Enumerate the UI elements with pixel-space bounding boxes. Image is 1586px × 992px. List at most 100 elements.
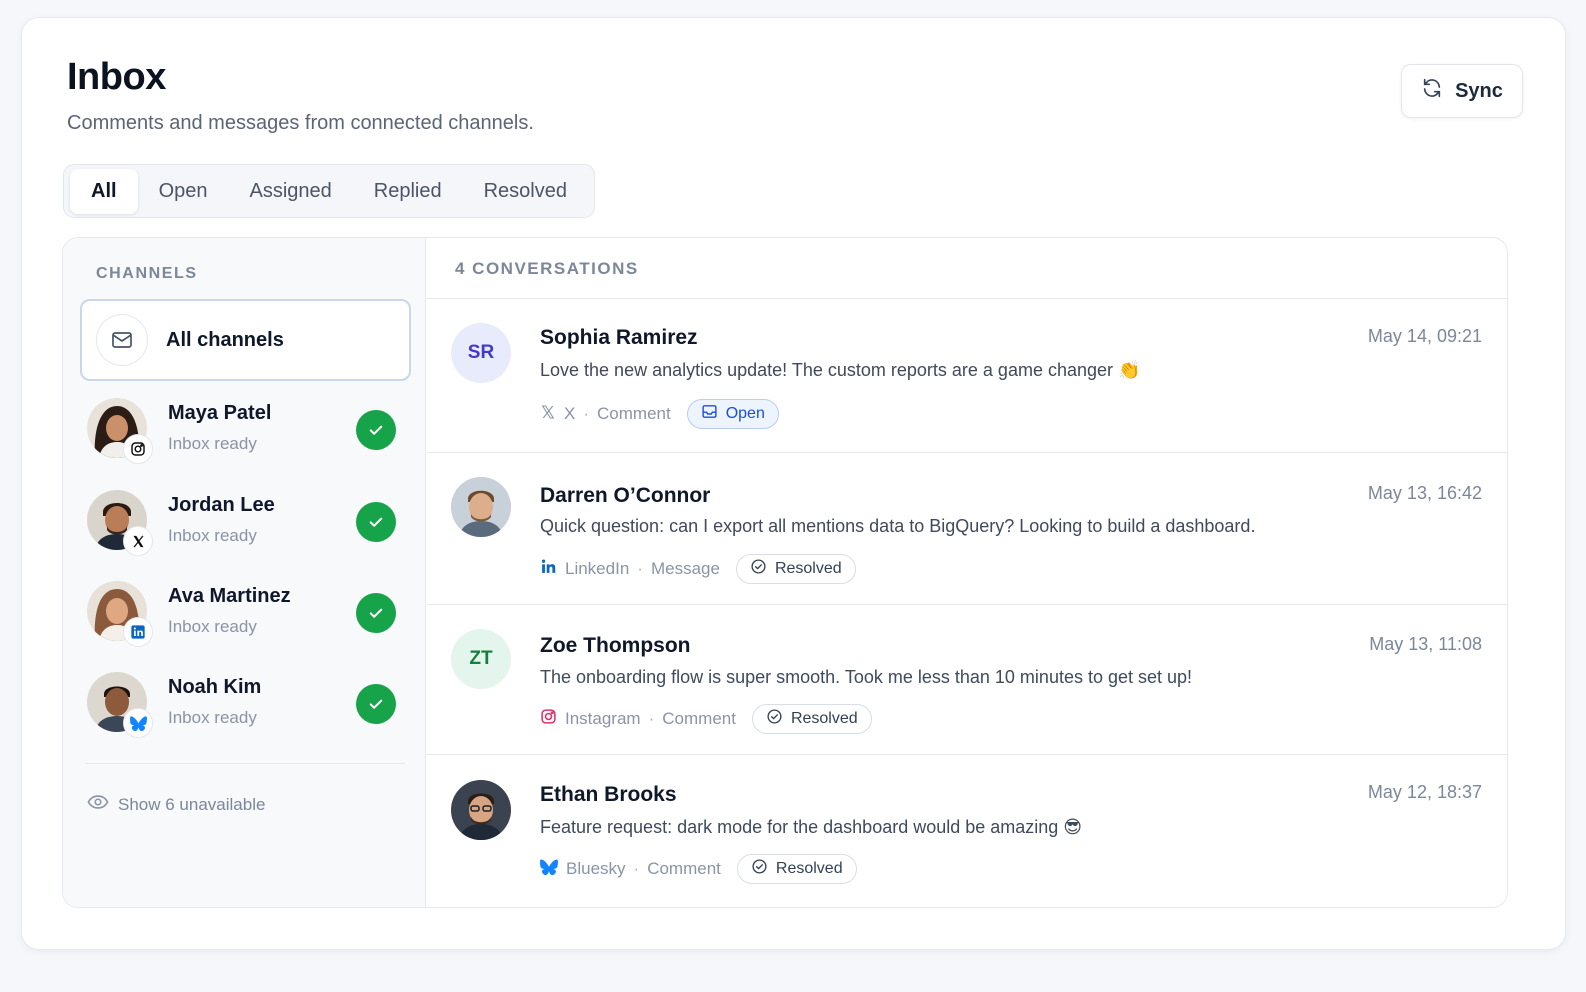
divider — [85, 763, 405, 764]
status-badge[interactable]: Resolved — [735, 554, 856, 584]
eye-icon — [87, 794, 109, 815]
status-label: Resolved — [790, 710, 858, 727]
avatar — [87, 581, 153, 647]
check-icon — [356, 410, 396, 450]
channel-item-jordan-lee[interactable]: Jordan Lee Inbox ready — [87, 488, 407, 556]
sync-label: Sync — [1455, 79, 1503, 102]
separator: · — [583, 404, 590, 423]
check-icon — [356, 502, 396, 542]
status-label: Open — [725, 405, 765, 422]
tab-replied[interactable]: Replied — [353, 169, 463, 214]
network-label: Bluesky — [566, 859, 626, 878]
account-status: Inbox ready — [168, 708, 257, 727]
tab-open[interactable]: Open — [138, 169, 229, 214]
network-label: Instagram — [565, 709, 641, 728]
separator: · — [637, 559, 643, 578]
x-icon — [540, 404, 556, 425]
message-meta: LinkedIn · Message Resolved — [540, 554, 856, 584]
message-kind: Comment — [597, 404, 671, 423]
message-preview: The onboarding flow is super smooth. Too… — [540, 667, 1193, 687]
account-name: Jordan Lee — [168, 494, 275, 516]
status-label: Resolved — [774, 560, 842, 577]
instagram-icon — [540, 708, 557, 730]
check-icon — [356, 593, 396, 633]
network-label: LinkedIn — [565, 559, 630, 578]
status-badge[interactable]: Open — [686, 399, 779, 429]
show-unavailable-button[interactable]: Show 6 unavailable — [87, 794, 265, 815]
tab-all[interactable]: All — [70, 168, 138, 214]
sender-name: Zoe Thompson — [540, 634, 691, 657]
inbox-card: Inbox Comments and messages from connect… — [21, 17, 1566, 950]
page-subtitle: Comments and messages from connected cha… — [67, 112, 534, 134]
separator: · — [633, 859, 640, 878]
sender-name: Darren O’Connor — [540, 484, 711, 507]
avatar — [87, 490, 153, 556]
avatar — [87, 398, 153, 464]
conversations-list: 4 CONVERSATIONS SR Sophia Ramirez May 14… — [427, 238, 1507, 907]
status-label: Resolved — [775, 860, 843, 877]
network-label: X — [564, 404, 576, 423]
channel-item-noah-kim[interactable]: Noah Kim Inbox ready — [87, 670, 407, 738]
x-icon — [123, 526, 153, 556]
channels-sidebar: CHANNELS All channels Maya Patel Inbox r… — [63, 238, 426, 907]
tab-resolved[interactable]: Resolved — [463, 169, 588, 214]
show-unavailable-label: Show 6 unavailable — [118, 794, 266, 814]
avatar — [87, 672, 153, 738]
instagram-icon — [123, 434, 153, 464]
account-status: Inbox ready — [168, 526, 257, 545]
account-status: Inbox ready — [168, 617, 257, 636]
account-status: Inbox ready — [168, 434, 257, 453]
account-name: Maya Patel — [168, 402, 272, 424]
bluesky-icon — [123, 708, 153, 738]
account-name: Ava Martinez — [168, 585, 291, 607]
message-meta: Bluesky · Comment Resolved — [540, 854, 857, 884]
avatar: SR — [451, 323, 511, 383]
sender-name: Sophia Ramirez — [540, 326, 698, 349]
timestamp: May 13, 16:42 — [1367, 483, 1482, 503]
message-meta: Instagram · Comment Resolved — [540, 704, 872, 734]
check-circle-icon — [766, 708, 783, 730]
timestamp: May 13, 11:08 — [1369, 634, 1482, 654]
status-tabs: All Open Assigned Replied Resolved — [63, 164, 595, 218]
tab-assigned[interactable]: Assigned — [229, 169, 353, 214]
message-preview: Love the new analytics update! The custo… — [540, 360, 1141, 380]
check-circle-icon — [751, 858, 768, 880]
conversation-row[interactable]: Darren O’Connor May 13, 16:42 Quick ques… — [427, 453, 1507, 605]
linkedin-icon — [123, 617, 153, 647]
all-channels-item[interactable]: All channels — [80, 299, 411, 381]
separator: · — [648, 709, 655, 728]
channels-heading: CHANNELS — [96, 265, 198, 282]
inbox-panel: CHANNELS All channels Maya Patel Inbox r… — [62, 237, 1508, 908]
channel-item-ava-martinez[interactable]: Ava Martinez Inbox ready — [87, 579, 407, 647]
channel-item-maya-patel[interactable]: Maya Patel Inbox ready — [87, 396, 407, 464]
conversation-row[interactable]: ZT Zoe Thompson May 13, 11:08 The onboar… — [427, 605, 1507, 755]
status-badge[interactable]: Resolved — [751, 704, 872, 734]
inbox-icon — [701, 403, 718, 425]
message-meta: X · Comment Open — [540, 399, 779, 429]
sender-name: Ethan Brooks — [540, 783, 677, 806]
conversations-count: 4 CONVERSATIONS — [455, 259, 639, 278]
timestamp: May 14, 09:21 — [1367, 326, 1482, 346]
message-kind: Message — [650, 559, 720, 578]
mail-icon — [96, 314, 148, 366]
all-channels-label: All channels — [166, 328, 284, 351]
page-title: Inbox — [67, 56, 166, 98]
check-icon — [356, 684, 396, 724]
message-preview: Quick question: can I export all mention… — [540, 516, 1256, 536]
message-kind: Comment — [662, 709, 736, 728]
refresh-icon — [1421, 77, 1443, 105]
timestamp: May 12, 18:37 — [1367, 782, 1482, 802]
message-kind: Comment — [647, 859, 721, 878]
conversation-row[interactable]: SR Sophia Ramirez May 14, 09:21 Love the… — [427, 299, 1507, 453]
account-name: Noah Kim — [168, 676, 262, 698]
sync-button[interactable]: Sync — [1401, 64, 1523, 118]
conversation-row[interactable]: Ethan Brooks May 12, 18:37 Feature reque… — [427, 755, 1507, 907]
avatar — [451, 780, 511, 840]
check-circle-icon — [750, 558, 767, 580]
linkedin-icon — [540, 558, 557, 580]
message-preview: Feature request: dark mode for the dashb… — [540, 817, 1083, 837]
avatar: ZT — [451, 629, 511, 689]
avatar — [451, 477, 511, 537]
status-badge[interactable]: Resolved — [736, 854, 857, 884]
bluesky-icon — [540, 858, 558, 880]
